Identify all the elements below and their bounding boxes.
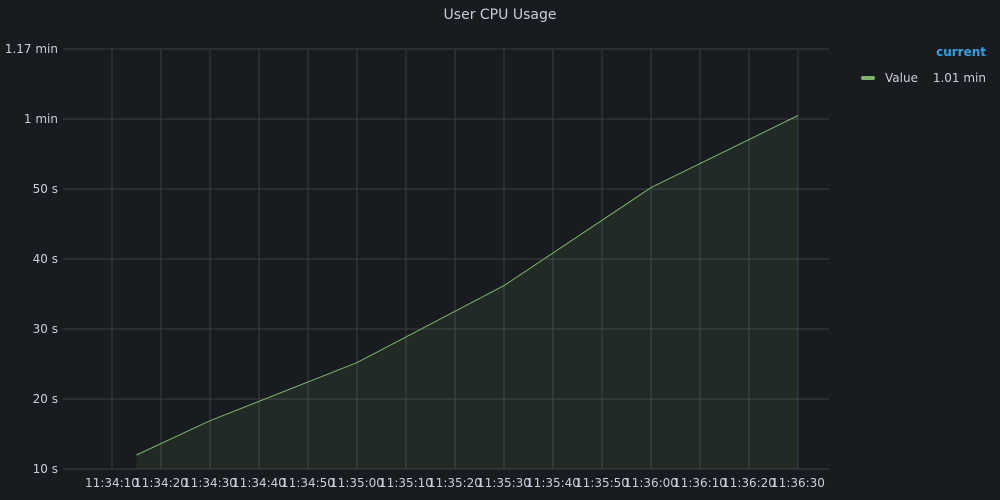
y-tick-label: 40 s [33,252,58,266]
x-tick-label: 11:35:40 [526,476,580,490]
x-tick-label: 11:35:20 [428,476,482,490]
chart-plot-area: 11:34:1011:34:2011:34:3011:34:4011:34:50… [5,42,829,490]
x-tick-label: 11:34:10 [85,476,139,490]
x-tick-label: 11:34:30 [183,476,237,490]
x-tick-label: 11:36:30 [771,476,825,490]
legend: current Value 1.01 min [852,45,992,87]
y-tick-label: 50 s [33,182,58,196]
x-tick-label: 11:35:00 [330,476,384,490]
legend-item-name: Value [885,71,918,85]
legend-item[interactable]: Value 1.01 min [852,69,992,87]
y-tick-label: 1 min [24,112,58,126]
y-tick-label: 10 s [33,462,58,476]
legend-swatch [861,76,875,80]
legend-header-current[interactable]: current [852,45,986,59]
legend-item-value: 1.01 min [932,71,986,85]
x-tick-label: 11:36:20 [722,476,776,490]
x-tick-label: 11:36:00 [624,476,678,490]
x-tick-label: 11:34:50 [281,476,335,490]
y-tick-label: 20 s [33,392,58,406]
x-tick-label: 11:35:10 [379,476,433,490]
x-tick-label: 11:34:20 [134,476,188,490]
x-tick-label: 11:35:30 [477,476,531,490]
x-tick-label: 11:35:50 [575,476,629,490]
y-tick-label: 30 s [33,322,58,336]
x-tick-label: 11:34:40 [232,476,286,490]
y-tick-label: 1.17 min [5,42,58,56]
series-area [136,115,798,469]
chart-panel: User CPU Usage 11:34:10 11:34:20 11:34:30 1… [0,0,1000,500]
x-tick-label: 11:36:10 [673,476,727,490]
